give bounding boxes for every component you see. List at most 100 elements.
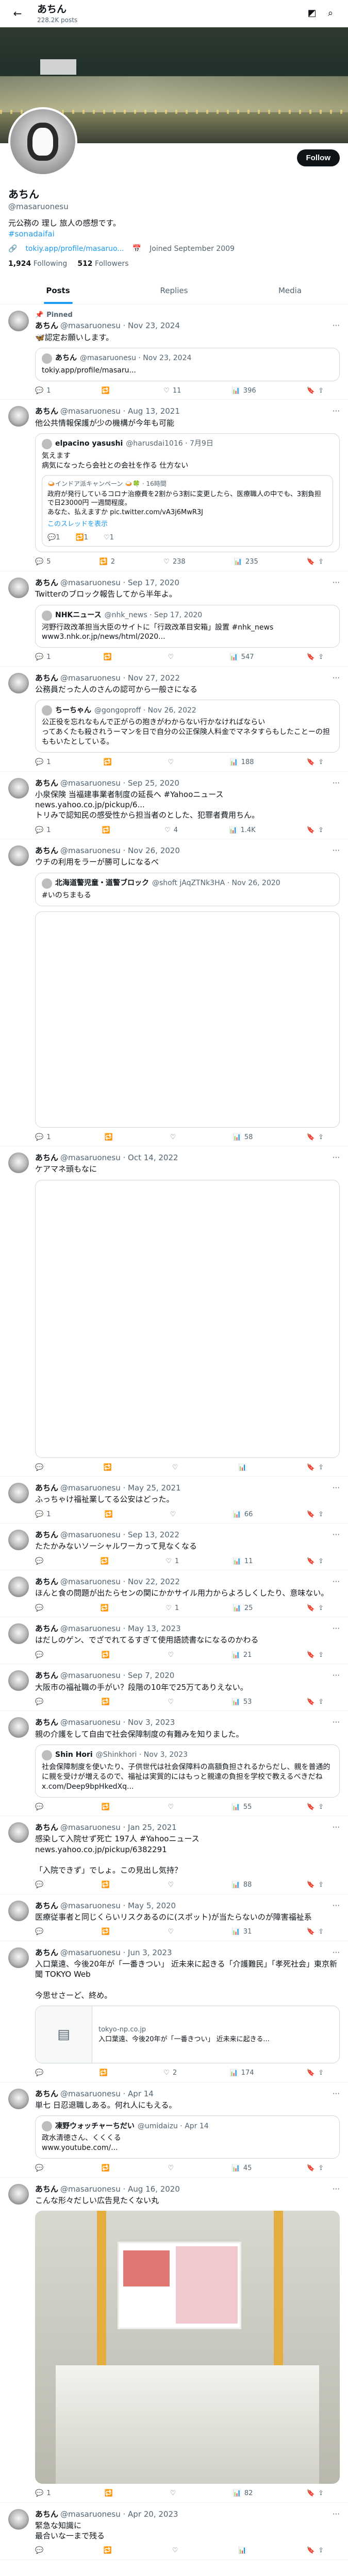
more-icon[interactable]: ··· <box>333 2184 340 2194</box>
tab-posts[interactable]: Posts <box>0 277 116 304</box>
share-icon[interactable]: ⇪ <box>318 1698 324 1707</box>
like-button[interactable]: ♡ <box>168 758 177 767</box>
quoted-tweet[interactable]: 北海道警児童・道警ブロック @shoft jAqZTNk3HA · Nov 26,… <box>35 872 340 906</box>
views-button[interactable]: 📊 396 <box>232 386 256 396</box>
tweet-author-name[interactable]: あちん <box>35 845 58 856</box>
share-icon[interactable]: ⇪ <box>318 1463 324 1472</box>
heart-action[interactable]: ♡1 <box>104 533 114 543</box>
share-icon[interactable]: ⇪ <box>318 2546 324 2555</box>
retweet-button[interactable]: 🔁 <box>104 1463 115 1472</box>
share-icon[interactable]: ⇪ <box>318 2069 324 2078</box>
bookmark-icon[interactable]: 🔖 <box>307 2069 315 2078</box>
quoted-tweet[interactable]: elpacino yasushi @harusdai1016 · 7月9日 気えます… <box>35 433 340 553</box>
tweet-author-name[interactable]: あちん <box>35 1577 58 1587</box>
tweet-avatar[interactable] <box>8 1153 29 1174</box>
tweet[interactable]: あちん @masaruonesu · May 5, 2020 ··· 医療従事者と同じ… <box>0 1894 348 1941</box>
tweet[interactable]: あちん @masaruonesu · Aug 16, 2020 ··· こんな形々だし… <box>0 2178 348 2503</box>
retweet-button[interactable]: 🔁 <box>104 653 115 662</box>
bookmark-icon[interactable]: 🔖 <box>307 653 315 662</box>
tweet-avatar[interactable] <box>8 2509 29 2530</box>
retweet-button[interactable]: 🔁 <box>102 1698 113 1707</box>
retweet-button[interactable]: 🔁 <box>101 1604 112 1613</box>
tweet-author-name[interactable]: あちん <box>35 2184 58 2194</box>
retweet-button[interactable]: 🔁 <box>104 2546 115 2555</box>
bookmark-icon[interactable]: 🔖 <box>307 758 315 767</box>
retweet-button[interactable]: 🔁 <box>102 2164 113 2173</box>
more-icon[interactable]: ··· <box>333 320 340 331</box>
reply-button[interactable]: 💬 1 <box>35 758 51 767</box>
views-button[interactable]: 📊 <box>238 2546 250 2555</box>
more-icon[interactable]: ··· <box>333 845 340 856</box>
tweet-author-name[interactable]: あちん <box>35 1530 58 1540</box>
share-icon[interactable]: ⇪ <box>318 1133 324 1142</box>
tweet-avatar[interactable] <box>8 578 29 599</box>
bookmark-icon[interactable]: 🔖 <box>307 1803 315 1812</box>
more-icon[interactable]: ··· <box>333 673 340 683</box>
tweet[interactable]: あちん @masaruonesu · Sep 17, 2020 ··· Twitter… <box>0 571 348 667</box>
profile-link[interactable]: tokiy.app/profile/masaruo... <box>25 244 124 254</box>
tweet-avatar[interactable] <box>8 2088 29 2109</box>
retweet-button[interactable]: 🔁 <box>102 1651 113 1660</box>
follow-button[interactable]: Follow <box>296 149 340 166</box>
tweet-author-name[interactable]: あちん <box>35 673 58 683</box>
tweet-author-name[interactable]: あちん <box>35 406 58 416</box>
retweet-button[interactable]: 🔁 <box>102 826 113 835</box>
profile-hashtag[interactable]: #sonadaifai <box>8 229 340 239</box>
share-icon[interactable]: ⇪ <box>318 1510 324 1519</box>
share-icon[interactable]: ⇪ <box>318 1803 324 1812</box>
tweet-author-name[interactable]: あちん <box>35 320 58 331</box>
tweet-author-name[interactable]: あちん <box>35 1153 58 1163</box>
tweet-author-name[interactable]: あちん <box>35 1717 58 1727</box>
tweet[interactable]: あちん @masaruonesu · Jan 25, 2021 ··· 感染して入院せ… <box>0 1816 348 1894</box>
bookmark-icon[interactable]: 🔖 <box>307 2546 315 2555</box>
search-icon[interactable]: ⌕ <box>321 5 340 23</box>
retweet-button[interactable]: 🔁 <box>102 1880 113 1890</box>
tweet[interactable]: あちん @masaruonesu · May 13, 2023 ··· はだしのゲン、… <box>0 1617 348 1665</box>
tweet[interactable]: あちん @masaruonesu · Nov 27, 2022 ··· 公務員だった人… <box>0 667 348 772</box>
tweet[interactable]: あちん @masaruonesu · Nov 26, 2020 ··· ウチの利用をラ… <box>0 839 348 1147</box>
following-link[interactable]: 1,924 Following <box>8 259 67 269</box>
views-button[interactable]: 📊 55 <box>232 1803 252 1812</box>
tweet[interactable]: あちん @masaruonesu · Sep 13, 2022 ··· たたかみないソ… <box>0 1523 348 1571</box>
reply-button[interactable]: 💬 <box>35 1651 46 1660</box>
tweet-photo[interactable] <box>35 2211 340 2484</box>
reply-button[interactable]: 💬 1 <box>35 386 51 396</box>
tab-media[interactable]: Media <box>232 277 348 304</box>
bookmark-icon[interactable]: 🔖 <box>307 2164 315 2173</box>
views-button[interactable]: 📊 <box>238 1463 250 1472</box>
tweet-avatar[interactable] <box>8 1947 29 1968</box>
retweet-button[interactable]: 🔁 <box>101 1557 112 1566</box>
bookmark-icon[interactable]: 🔖 <box>307 1510 315 1519</box>
retweet-button[interactable]: 🔁 <box>100 2069 111 2078</box>
views-button[interactable]: 📊 88 <box>232 1880 252 1890</box>
reply-button[interactable]: 💬 <box>35 1463 46 1472</box>
bookmark-icon[interactable]: 🔖 <box>307 1463 315 1472</box>
share-icon[interactable]: ⇪ <box>318 1927 324 1937</box>
share-icon[interactable]: ⇪ <box>318 653 324 662</box>
bookmark-icon[interactable]: 🔖 <box>307 1557 315 1566</box>
reply-button[interactable]: 💬 1 <box>35 2489 51 2498</box>
tweet-avatar[interactable] <box>8 1822 29 1843</box>
share-icon[interactable]: ⇪ <box>318 826 324 835</box>
tweet-avatar[interactable] <box>8 406 29 427</box>
reply-button[interactable]: 💬 <box>35 2069 46 2078</box>
more-icon[interactable]: ··· <box>333 778 340 788</box>
tweet[interactable]: あちん @masaruonesu · Nov 3, 2023 ··· 親の介護をして自… <box>0 1711 348 1817</box>
tweet-author-name[interactable]: あちん <box>35 1822 58 1833</box>
like-button[interactable]: ♡ <box>170 1133 179 1142</box>
retweet-action[interactable]: 🔁1 <box>75 533 88 543</box>
bookmark-icon[interactable]: 🔖 <box>307 1651 315 1660</box>
like-button[interactable]: ♡ <box>168 2164 177 2173</box>
views-button[interactable]: 📊 31 <box>232 1927 252 1937</box>
like-button[interactable]: ♡ <box>168 1803 177 1812</box>
tweet[interactable]: あちん @masaruonesu · Sep 7, 2020 ··· 大阪市の福祉職の… <box>0 1664 348 1711</box>
retweet-button[interactable]: 🔁 <box>104 758 115 767</box>
quoted-tweet[interactable]: NHKニュース @nhk_news · Sep 17, 2020 河野行政改革担当大… <box>35 604 340 648</box>
bookmark-icon[interactable]: 🔖 <box>307 1604 315 1613</box>
tweet[interactable]: あちん @masaruonesu · Nov 22, 2022 ··· ほんと食の問題… <box>0 1570 348 1618</box>
like-button[interactable]: ♡ 11 <box>163 386 181 396</box>
tweet[interactable]: 📌 Pinned あちん @masaruonesu · Nov 23, 2024 ···… <box>0 304 348 400</box>
back-arrow-icon[interactable]: ← <box>8 5 27 23</box>
share-icon[interactable]: ⇪ <box>318 386 324 396</box>
like-button[interactable]: ♡ 238 <box>163 557 185 567</box>
